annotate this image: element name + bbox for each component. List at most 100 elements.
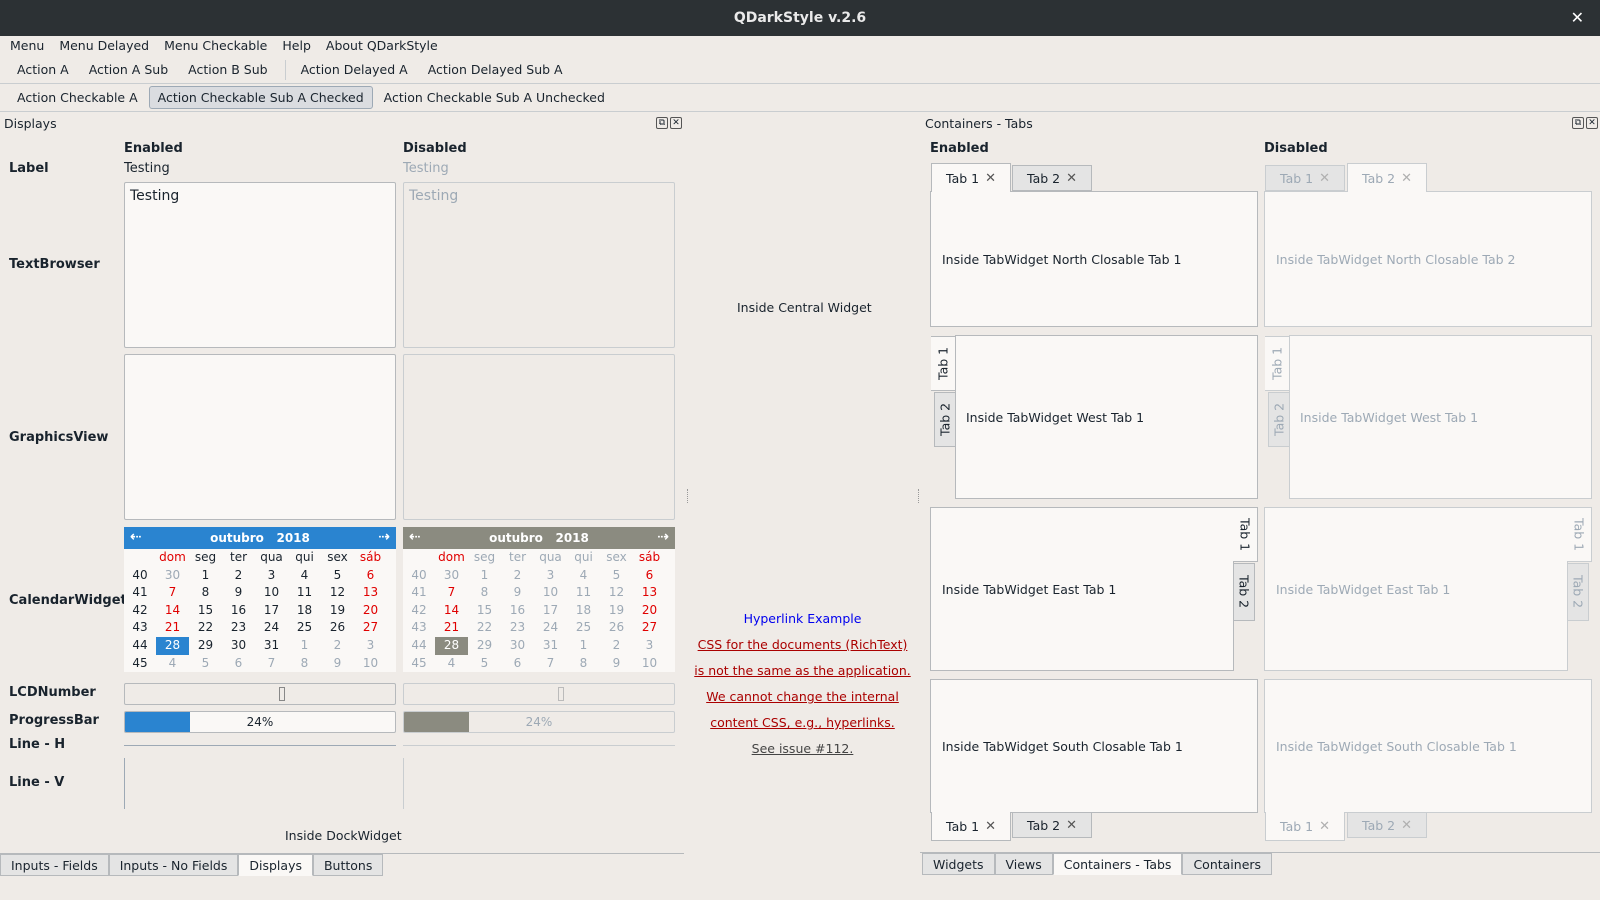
menu-item[interactable]: Menu Checkable: [154, 36, 272, 56]
prev-month-icon[interactable]: ⇠: [130, 529, 142, 545]
calendar-year[interactable]: 2018: [276, 531, 309, 545]
calendar-day[interactable]: 1: [288, 637, 321, 655]
calendar-day[interactable]: 10: [354, 655, 387, 673]
calendar-day[interactable]: 21: [156, 619, 189, 637]
tabwidget-south-disabled: Inside TabWidget South Closable Tab 1: [1264, 679, 1592, 813]
calendar-day[interactable]: 18: [288, 602, 321, 620]
calendar-day[interactable]: 7: [156, 584, 189, 602]
splitter-handle[interactable]: [687, 489, 689, 503]
tab-south-2: Tab 2 ✕: [1347, 812, 1427, 838]
action-checkable-a-button[interactable]: Action Checkable A: [8, 86, 147, 109]
calendar-day[interactable]: 29: [189, 637, 222, 655]
calendar-day[interactable]: 4: [288, 567, 321, 585]
calendar-month[interactable]: outubro: [210, 531, 264, 545]
calendar-day[interactable]: 2: [321, 637, 354, 655]
calendar-day[interactable]: 23: [222, 619, 255, 637]
calendar-day[interactable]: 13: [354, 584, 387, 602]
calendar-day[interactable]: 19: [321, 602, 354, 620]
calendar-day[interactable]: 22: [189, 619, 222, 637]
calendar-day[interactable]: 11: [288, 584, 321, 602]
calendar-day[interactable]: 20: [354, 602, 387, 620]
tab-north-1[interactable]: Tab 1 ✕: [931, 163, 1011, 192]
tab-views[interactable]: Views: [994, 853, 1053, 875]
tab-east-2[interactable]: Tab 2: [1233, 563, 1255, 621]
calendar-day[interactable]: 10: [255, 584, 288, 602]
calendar-day: 11: [575, 585, 592, 600]
calendar-day[interactable]: 6: [222, 655, 255, 673]
tab-south-1[interactable]: Tab 1 ✕: [931, 812, 1011, 841]
calendar-day-header: ter: [508, 550, 527, 564]
calendar-day: 12: [608, 585, 625, 600]
tab-east-1[interactable]: Tab 1: [1233, 507, 1258, 562]
calendar-day[interactable]: 25: [288, 619, 321, 637]
textbrowser-enabled[interactable]: Testing: [124, 182, 396, 348]
hyperlink-example[interactable]: Hyperlink Example: [744, 611, 862, 626]
calendar-day[interactable]: 30: [156, 567, 189, 585]
see-issue-link[interactable]: See issue #112.: [690, 741, 915, 756]
calendar-day[interactable]: 28: [156, 636, 189, 655]
action-a-sub-button[interactable]: Action A Sub: [80, 58, 177, 81]
menu-item[interactable]: Menu Delayed: [49, 36, 154, 56]
action-a-button[interactable]: Action A: [8, 58, 78, 81]
close-icon[interactable]: ✕: [1066, 818, 1077, 833]
calendar-day[interactable]: 30: [222, 637, 255, 655]
calendar-day[interactable]: 3: [255, 567, 288, 585]
splitter-handle[interactable]: [918, 489, 920, 503]
calendar-day[interactable]: 9: [321, 655, 354, 673]
calendar-day[interactable]: 15: [189, 602, 222, 620]
calendar-day[interactable]: 4: [156, 655, 189, 673]
close-icon[interactable]: ✕: [985, 171, 996, 186]
graphicsview-enabled[interactable]: [124, 354, 396, 520]
tab-west-1[interactable]: Tab 1: [931, 336, 956, 391]
calendar-enabled[interactable]: ⇠ outubro 2018 ⇢ dom seg ter qua qui sex sáb 40…: [124, 527, 396, 673]
calendar-day[interactable]: 3: [354, 637, 387, 655]
calendar-day[interactable]: 26: [321, 619, 354, 637]
close-icon[interactable]: ✕: [1066, 171, 1077, 186]
tab-north-2[interactable]: Tab 2 ✕: [1012, 165, 1092, 191]
tab-label: Tab 1: [1280, 818, 1314, 834]
menu-item[interactable]: Help: [272, 36, 316, 56]
calendar-day[interactable]: 8: [288, 655, 321, 673]
calendar-day[interactable]: 9: [222, 584, 255, 602]
close-icon[interactable]: ✕: [1586, 117, 1598, 129]
action-checkable-sub-unchecked-button[interactable]: Action Checkable Sub A Unchecked: [375, 86, 614, 109]
close-icon[interactable]: ✕: [985, 819, 996, 834]
calendar-day: 4: [579, 567, 588, 582]
close-icon[interactable]: ✕: [1571, 8, 1584, 27]
tab-inputs-fields[interactable]: Inputs - Fields: [0, 854, 109, 876]
calendar-day[interactable]: 5: [189, 655, 222, 673]
tab-displays[interactable]: Displays: [238, 854, 313, 876]
float-icon[interactable]: ⧉: [656, 117, 668, 129]
tab-widgets[interactable]: Widgets: [922, 853, 995, 875]
tab-inputs-no-fields[interactable]: Inputs - No Fields: [108, 854, 239, 876]
tab-west-2[interactable]: Tab 2: [934, 392, 956, 447]
action-b-sub-button[interactable]: Action B Sub: [179, 58, 276, 81]
calendar-day[interactable]: 31: [255, 637, 288, 655]
tab-south-2[interactable]: Tab 2 ✕: [1012, 812, 1092, 838]
tab-containers-tabs[interactable]: Containers - Tabs: [1052, 853, 1183, 875]
float-icon[interactable]: ⧉: [1572, 117, 1584, 129]
calendar-day[interactable]: 14: [156, 602, 189, 620]
next-month-icon[interactable]: ⇢: [378, 529, 390, 545]
calendar-day[interactable]: 24: [255, 619, 288, 637]
action-delayed-sub-a-button[interactable]: Action Delayed Sub A: [419, 58, 572, 81]
progressbar-row-label: ProgressBar: [9, 713, 99, 728]
calendar-day[interactable]: 8: [189, 584, 222, 602]
menu-item[interactable]: Menu: [0, 36, 49, 56]
calendar-day[interactable]: 6: [354, 567, 387, 585]
tab-buttons[interactable]: Buttons: [312, 854, 384, 876]
action-checkable-sub-checked-button[interactable]: Action Checkable Sub A Checked: [148, 86, 373, 109]
action-delayed-a-button[interactable]: Action Delayed A: [292, 58, 417, 81]
close-icon[interactable]: ✕: [670, 117, 682, 129]
calendar-day[interactable]: 7: [255, 655, 288, 673]
calendar-day[interactable]: 1: [189, 567, 222, 585]
rich-text-line: We cannot change the internal: [706, 689, 899, 704]
calendar-day[interactable]: 5: [321, 567, 354, 585]
calendar-day[interactable]: 16: [222, 602, 255, 620]
calendar-day[interactable]: 27: [354, 619, 387, 637]
calendar-day[interactable]: 17: [255, 602, 288, 620]
menu-item[interactable]: About QDarkStyle: [316, 36, 443, 56]
tab-containers[interactable]: Containers: [1182, 853, 1273, 875]
calendar-day[interactable]: 2: [222, 567, 255, 585]
calendar-day[interactable]: 12: [321, 584, 354, 602]
